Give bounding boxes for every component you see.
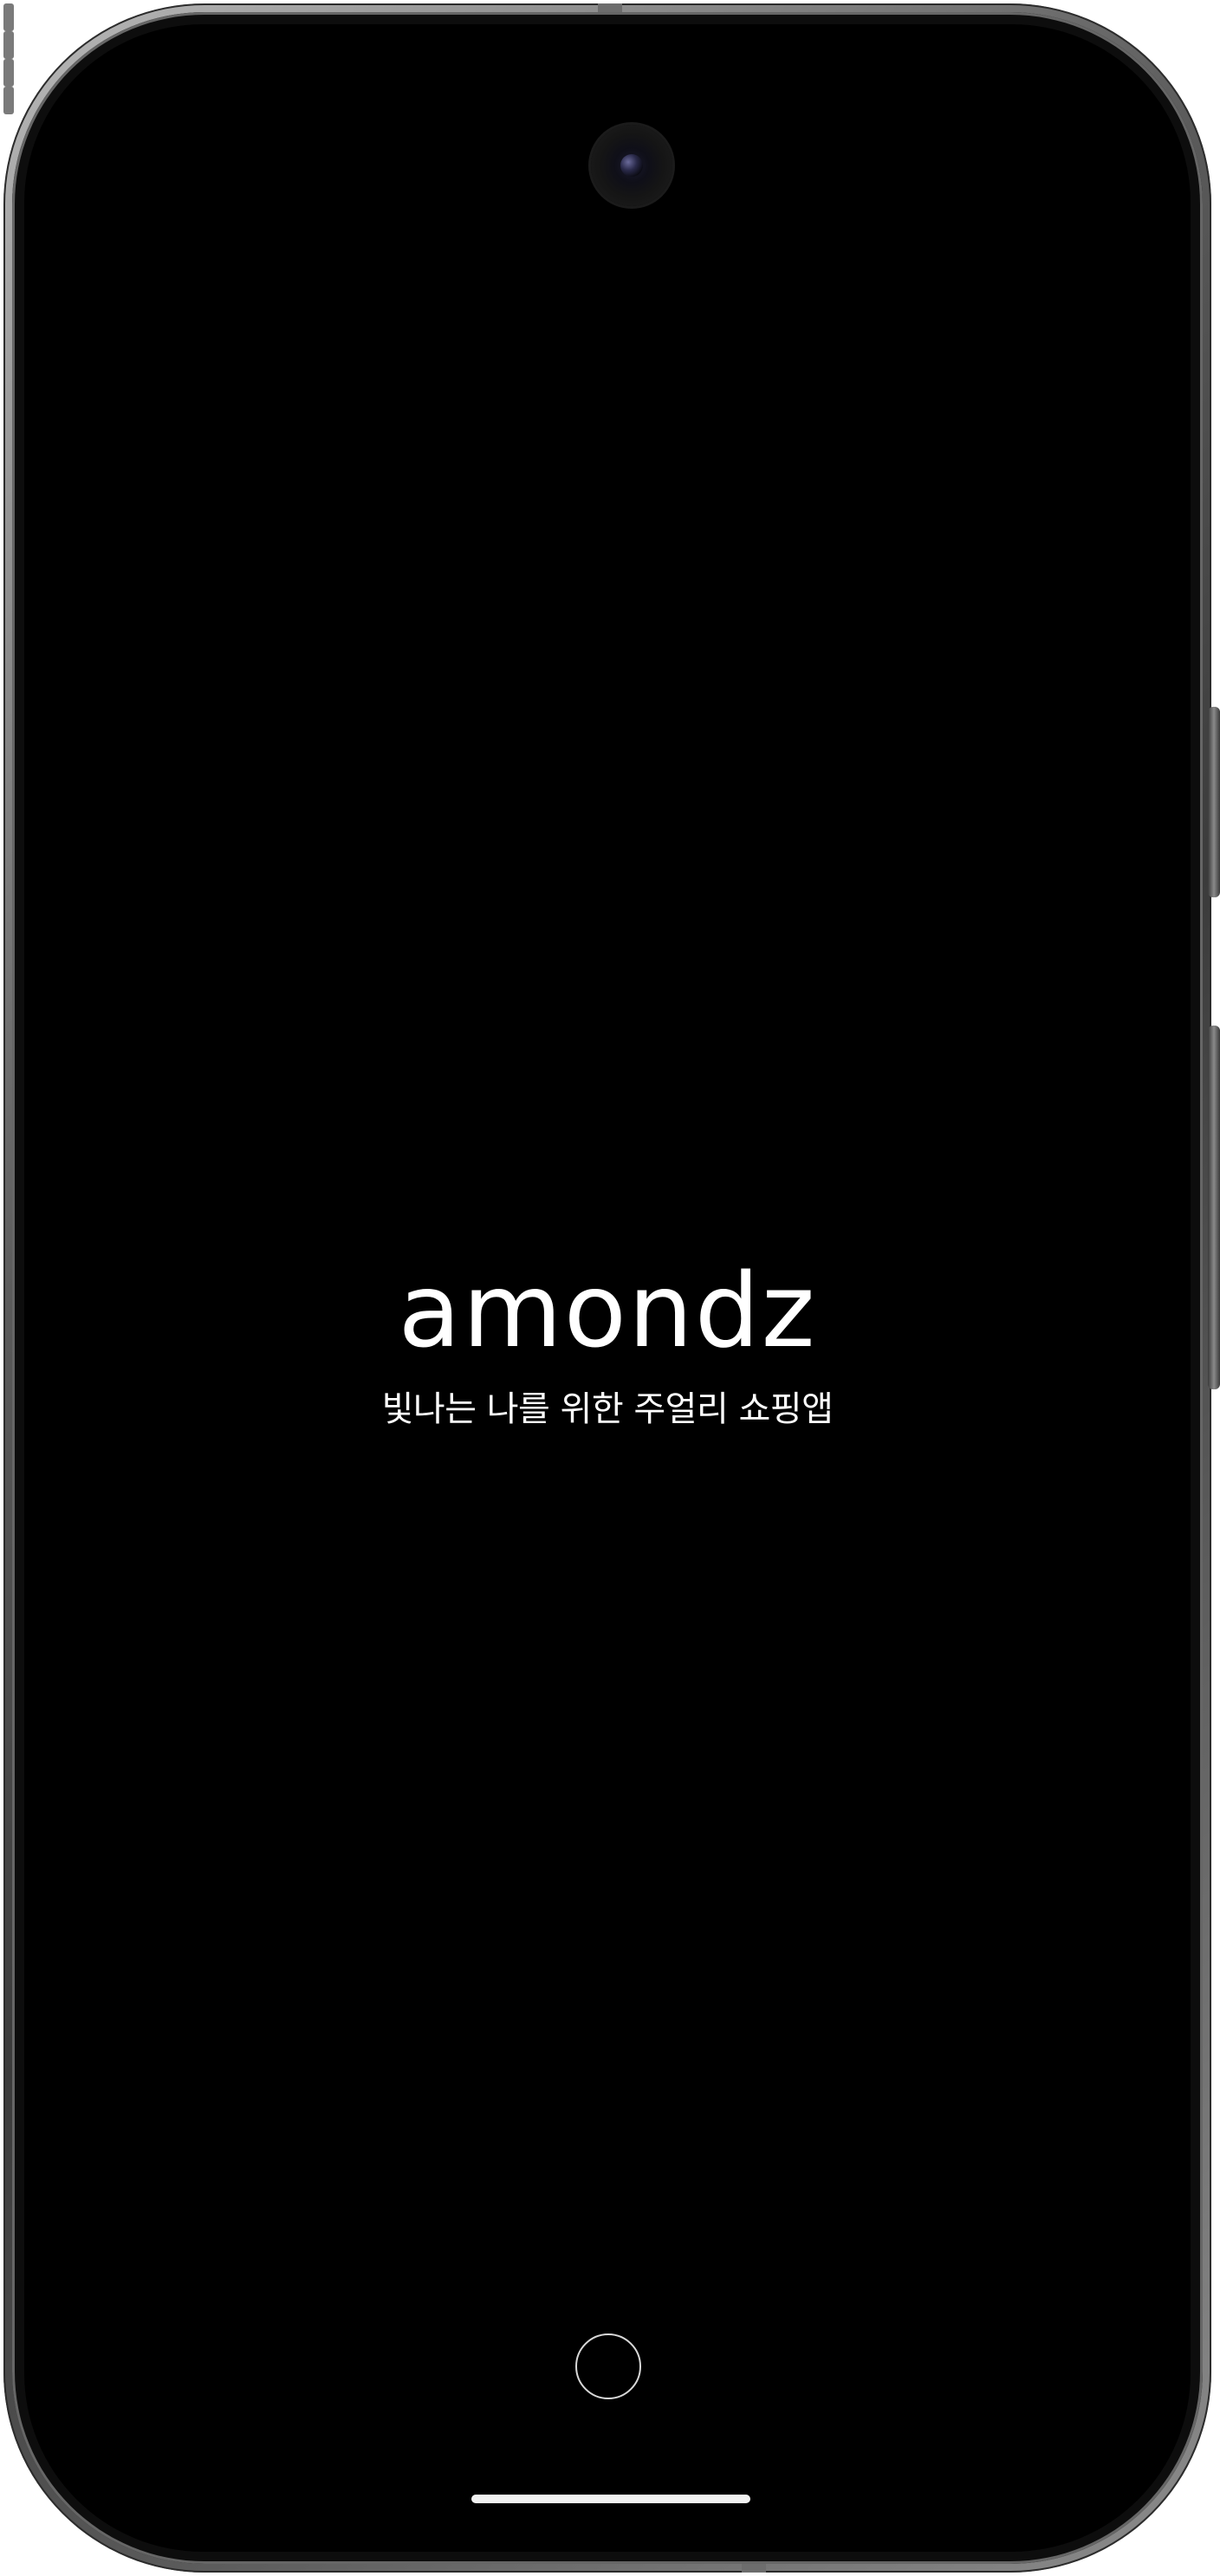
- home-circle-icon: [575, 2333, 641, 2399]
- side-action-button: [1208, 707, 1220, 897]
- phone-frame: amondz 빛나는 나를 위한 주얼리 쇼핑앱: [3, 3, 1220, 2573]
- frame-band-right-top: [3, 59, 14, 87]
- brand-logo: amondz: [398, 1251, 817, 1370]
- splash-screen: amondz 빛나는 나를 위한 주얼리 쇼핑앱: [24, 24, 1191, 2552]
- front-camera-icon: [591, 125, 672, 206]
- home-indicator-bar[interactable]: [471, 2495, 750, 2503]
- brand-tagline: 빛나는 나를 위한 주얼리 쇼핑앱: [381, 1389, 834, 1429]
- frame-band-left-top: [3, 3, 14, 31]
- frame-band-right-bottom: [3, 87, 14, 114]
- side-volume-button: [1208, 1026, 1220, 1389]
- frame-band-left-bottom: [3, 31, 14, 59]
- splash-content: amondz 빛나는 나를 위한 주얼리 쇼핑앱: [24, 1254, 1191, 1433]
